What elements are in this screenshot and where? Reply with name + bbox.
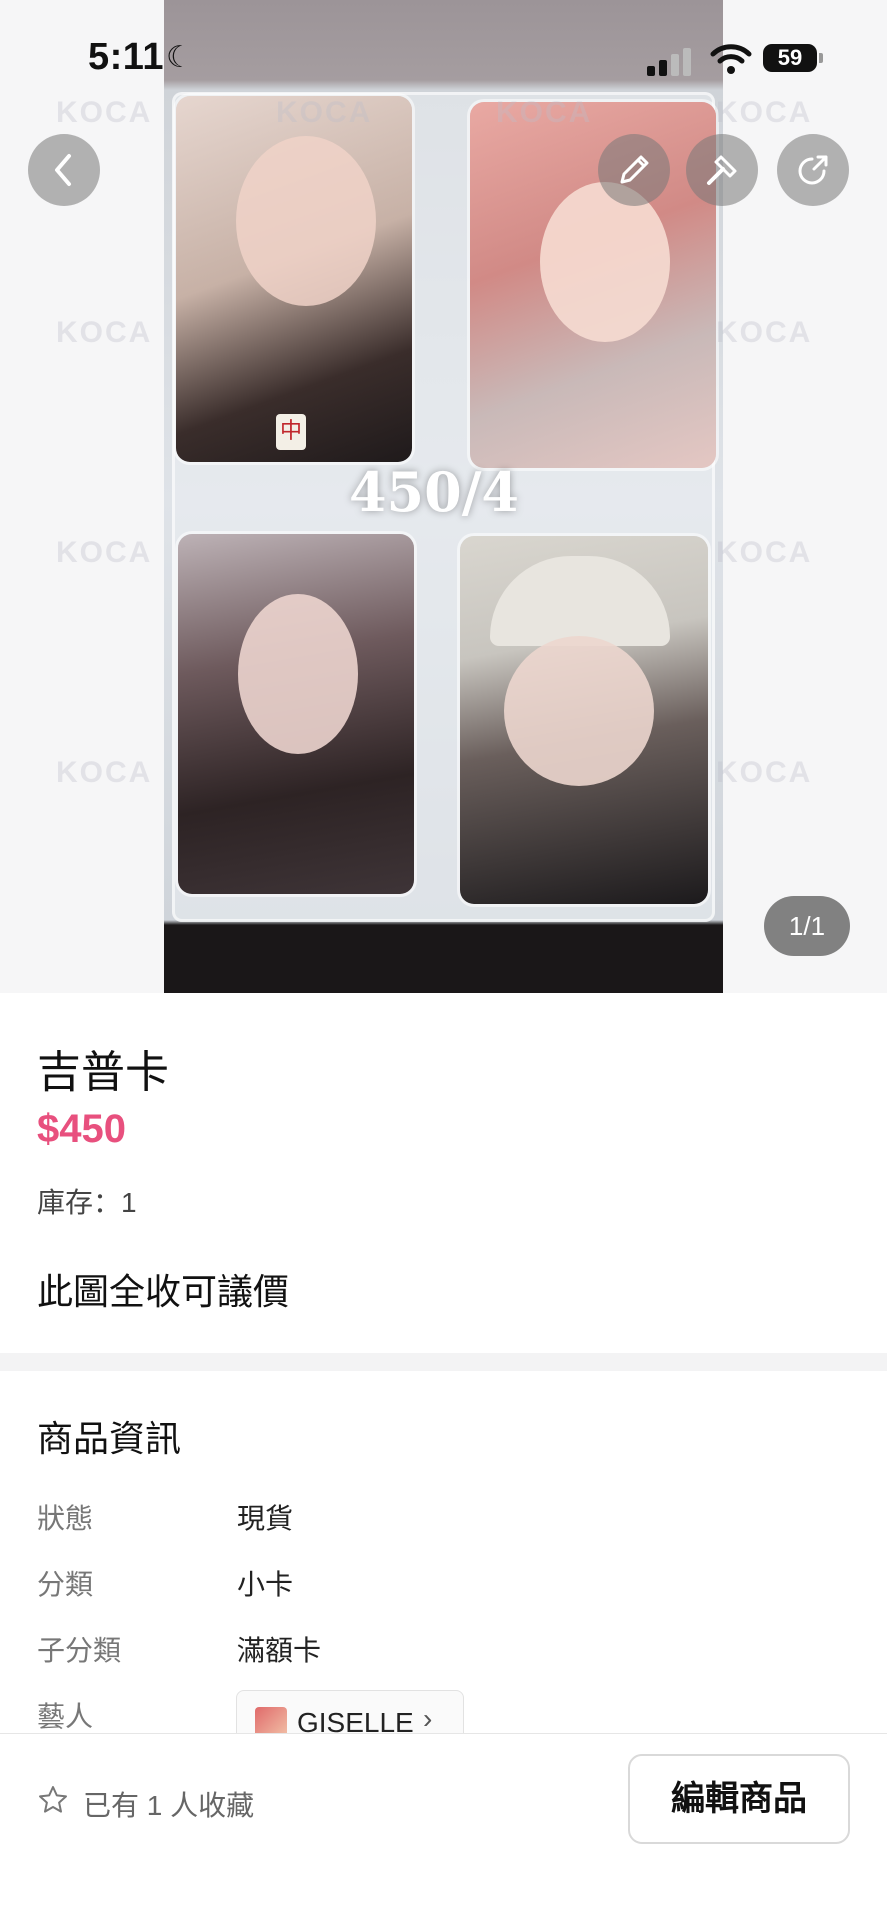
info-section-title: 商品資訊 bbox=[37, 1418, 182, 1459]
hammer-icon bbox=[707, 155, 737, 185]
product-stock: 庫存：1 bbox=[37, 1187, 137, 1218]
info-value: 滿額卡 bbox=[237, 1635, 322, 1666]
section-divider bbox=[0, 1353, 887, 1371]
watermark: KOCA bbox=[56, 536, 153, 569]
status-icons: 59 bbox=[647, 42, 827, 76]
product-title: 吉普卡 bbox=[37, 1048, 169, 1097]
watermark: KOCA bbox=[56, 756, 153, 789]
image-counter: 1/1 bbox=[764, 896, 850, 956]
chevron-right-icon: › bbox=[423, 1703, 433, 1734]
product-image-viewer[interactable]: 中 450/4 KOCA KOCA KOCA KOCA KOCA KOCA KO… bbox=[0, 0, 887, 993]
watermark: KOCA bbox=[716, 536, 813, 569]
bottom-action-bar: 已有 1 人收藏 編輯商品 bbox=[0, 1733, 887, 1921]
product-note: 此圖全收可議價 bbox=[37, 1271, 290, 1312]
back-button[interactable] bbox=[28, 134, 100, 206]
chevron-left-icon bbox=[55, 154, 71, 186]
star-icon bbox=[39, 1786, 67, 1813]
info-row-category: 分類 小卡 bbox=[37, 1563, 837, 1603]
battery-icon: 59 bbox=[763, 44, 823, 72]
info-key: 子分類 bbox=[37, 1635, 122, 1666]
moon-icon: ☾ bbox=[166, 41, 193, 74]
info-key: 藝人 bbox=[37, 1701, 94, 1732]
photocard-2 bbox=[470, 102, 716, 468]
info-row-subcategory: 子分類 滿額卡 bbox=[37, 1629, 837, 1669]
pencil-icon bbox=[620, 155, 649, 184]
price-overlay-text: 450/4 bbox=[348, 460, 519, 524]
info-value: 小卡 bbox=[237, 1569, 294, 1600]
share-icon bbox=[798, 155, 828, 185]
info-row-status: 狀態 現貨 bbox=[37, 1497, 837, 1537]
bump-button[interactable] bbox=[686, 134, 758, 206]
wifi-icon bbox=[709, 42, 753, 76]
product-price: $450 bbox=[37, 1107, 126, 1151]
photocard-4 bbox=[460, 536, 708, 904]
watermark: KOCA bbox=[716, 756, 813, 789]
mahjong-tile: 中 bbox=[276, 414, 306, 450]
watermark: KOCA bbox=[716, 316, 813, 349]
photocard-3 bbox=[178, 534, 414, 894]
info-key: 分類 bbox=[37, 1569, 94, 1600]
info-key: 狀態 bbox=[37, 1503, 94, 1534]
favorite-text: 已有 1 人收藏 bbox=[83, 1790, 255, 1821]
watermark: KOCA bbox=[56, 316, 153, 349]
share-button[interactable] bbox=[777, 134, 849, 206]
photocard-1: 中 bbox=[176, 96, 412, 462]
status-bar: 5:11 ☾ 59 bbox=[0, 0, 887, 110]
signal-icon bbox=[647, 48, 691, 76]
info-value: 現貨 bbox=[237, 1503, 294, 1534]
status-time: 5:11 bbox=[88, 36, 164, 78]
edit-button[interactable] bbox=[598, 134, 670, 206]
edit-product-button[interactable]: 編輯商品 bbox=[628, 1754, 850, 1844]
